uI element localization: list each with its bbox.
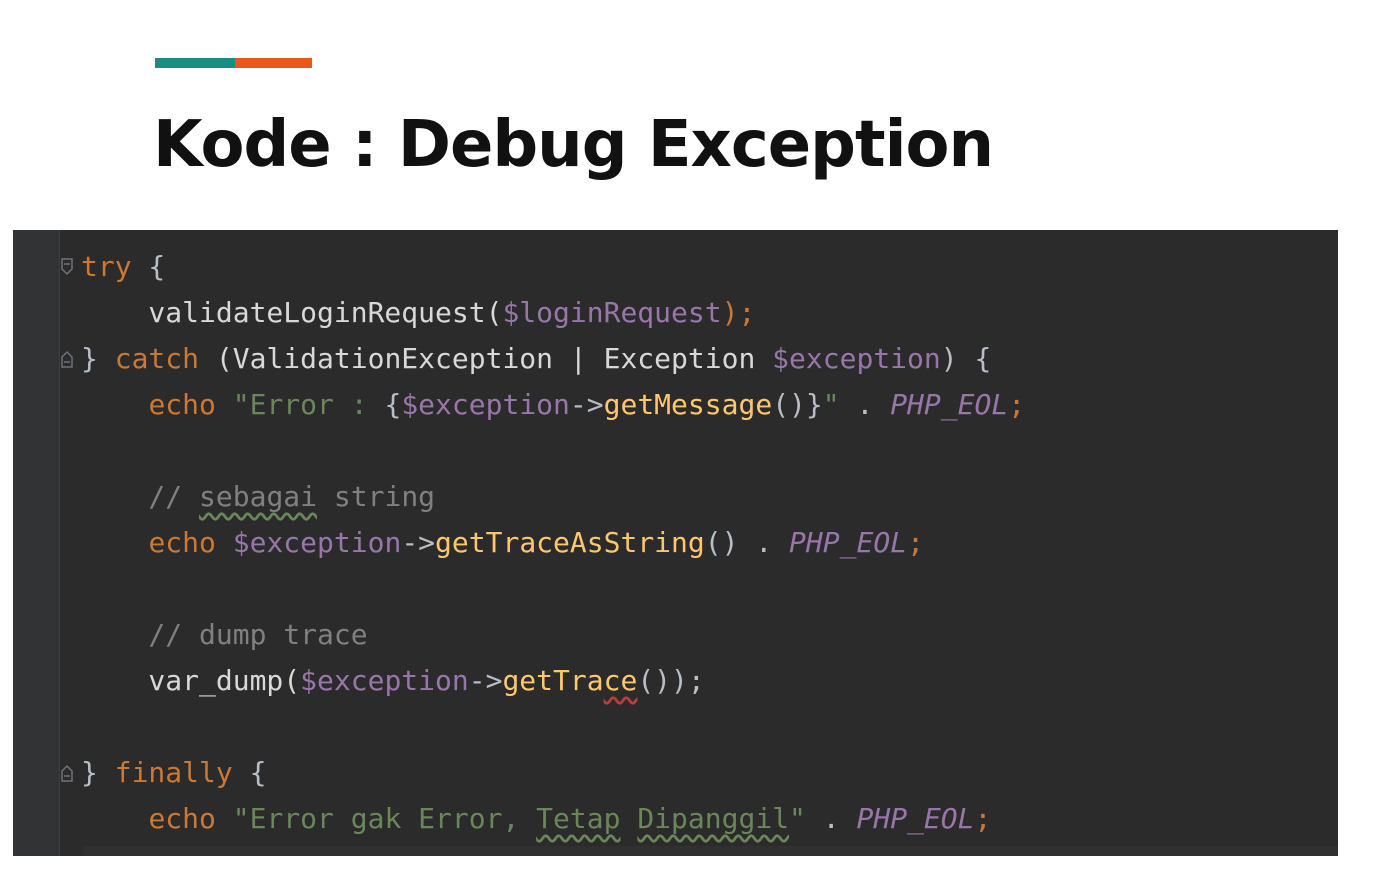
code-token: try <box>81 250 132 283</box>
code-line: echo "Error : {$exception->getMessage()}… <box>81 382 1338 428</box>
code-token: ; <box>907 526 924 559</box>
code-token: " <box>789 802 806 835</box>
code-line: } finally { <box>81 750 1338 796</box>
code-line: } catch (ValidationException | Exception… <box>81 336 1338 382</box>
code-token: // <box>81 480 200 513</box>
code-line: // dump trace <box>81 612 1338 658</box>
code-token: echo <box>148 388 216 421</box>
code-token: ); <box>721 296 756 329</box>
fold-open-icon[interactable] <box>60 257 74 277</box>
code-token: ()); <box>637 664 705 697</box>
code-token: sebagai <box>199 480 318 513</box>
code-line: try { <box>81 244 1338 290</box>
code-block: try { validateLoginRequest($loginRequest… <box>81 244 1338 842</box>
code-token: (ValidationException | Exception <box>199 342 773 375</box>
code-token: getMessage <box>603 388 773 421</box>
code-token: // dump trace <box>81 618 368 651</box>
cut-off-line <box>83 846 1338 856</box>
code-token: validateLoginRequest( <box>81 296 503 329</box>
code-token: ; <box>1008 388 1026 421</box>
code-token: } <box>81 756 115 789</box>
fold-close-icon[interactable] <box>60 763 74 783</box>
code-token: finally <box>114 756 233 789</box>
accent-segment-orange <box>235 58 312 68</box>
code-token: echo <box>148 802 216 835</box>
code-token: { <box>232 756 267 789</box>
code-token: $exception <box>232 526 402 559</box>
code-token: } <box>81 342 115 375</box>
fold-close-icon[interactable] <box>60 349 74 369</box>
code-token: PHP_EOL <box>890 388 1009 421</box>
code-token: ce <box>603 664 638 697</box>
accent-segment-teal <box>155 58 235 68</box>
code-token: ()} <box>772 388 823 421</box>
code-token: getTra <box>502 664 604 697</box>
code-editor: try { validateLoginRequest($loginRequest… <box>13 230 1338 856</box>
code-token: { <box>384 388 402 421</box>
code-token: getTraceAsString <box>435 526 705 559</box>
code-token: Dipanggil <box>637 802 790 835</box>
code-token: $loginRequest <box>502 296 722 329</box>
code-token: catch <box>114 342 200 375</box>
code-line: echo "Error gak Error, Tetap Dipanggil" … <box>81 796 1338 842</box>
code-token: PHP_EOL <box>789 526 908 559</box>
code-token: . <box>839 388 891 421</box>
code-token: var_dump( <box>81 664 301 697</box>
code-token: ) { <box>940 342 992 375</box>
code-token: "Error : <box>215 388 385 421</box>
code-token: $exception <box>401 388 570 421</box>
code-line: var_dump($exception->getTrace()); <box>81 658 1338 704</box>
code-token: ; <box>974 802 992 835</box>
code-token: { <box>131 250 166 283</box>
code-token: string <box>317 480 436 513</box>
code-token: echo <box>148 526 216 559</box>
title-accent-bar <box>155 58 312 68</box>
code-line: validateLoginRequest($loginRequest); <box>81 290 1338 336</box>
slide-title: Kode : Debug Exception <box>153 108 994 182</box>
code-token: Tetap <box>536 802 621 835</box>
code-token: PHP_EOL <box>856 802 975 835</box>
code-token: -> <box>468 664 503 697</box>
editor-gutter <box>13 230 59 856</box>
code-token: -> <box>569 388 604 421</box>
code-token: . <box>805 802 857 835</box>
code-token: " <box>822 388 840 421</box>
code-token: "Error gak Error, <box>215 802 537 835</box>
code-token: () . <box>704 526 790 559</box>
code-line: // sebagai string <box>81 474 1338 520</box>
code-token: $exception <box>772 342 941 375</box>
code-token: -> <box>401 526 436 559</box>
code-token: $exception <box>300 664 469 697</box>
code-line: echo $exception->getTraceAsString() . PH… <box>81 520 1338 566</box>
